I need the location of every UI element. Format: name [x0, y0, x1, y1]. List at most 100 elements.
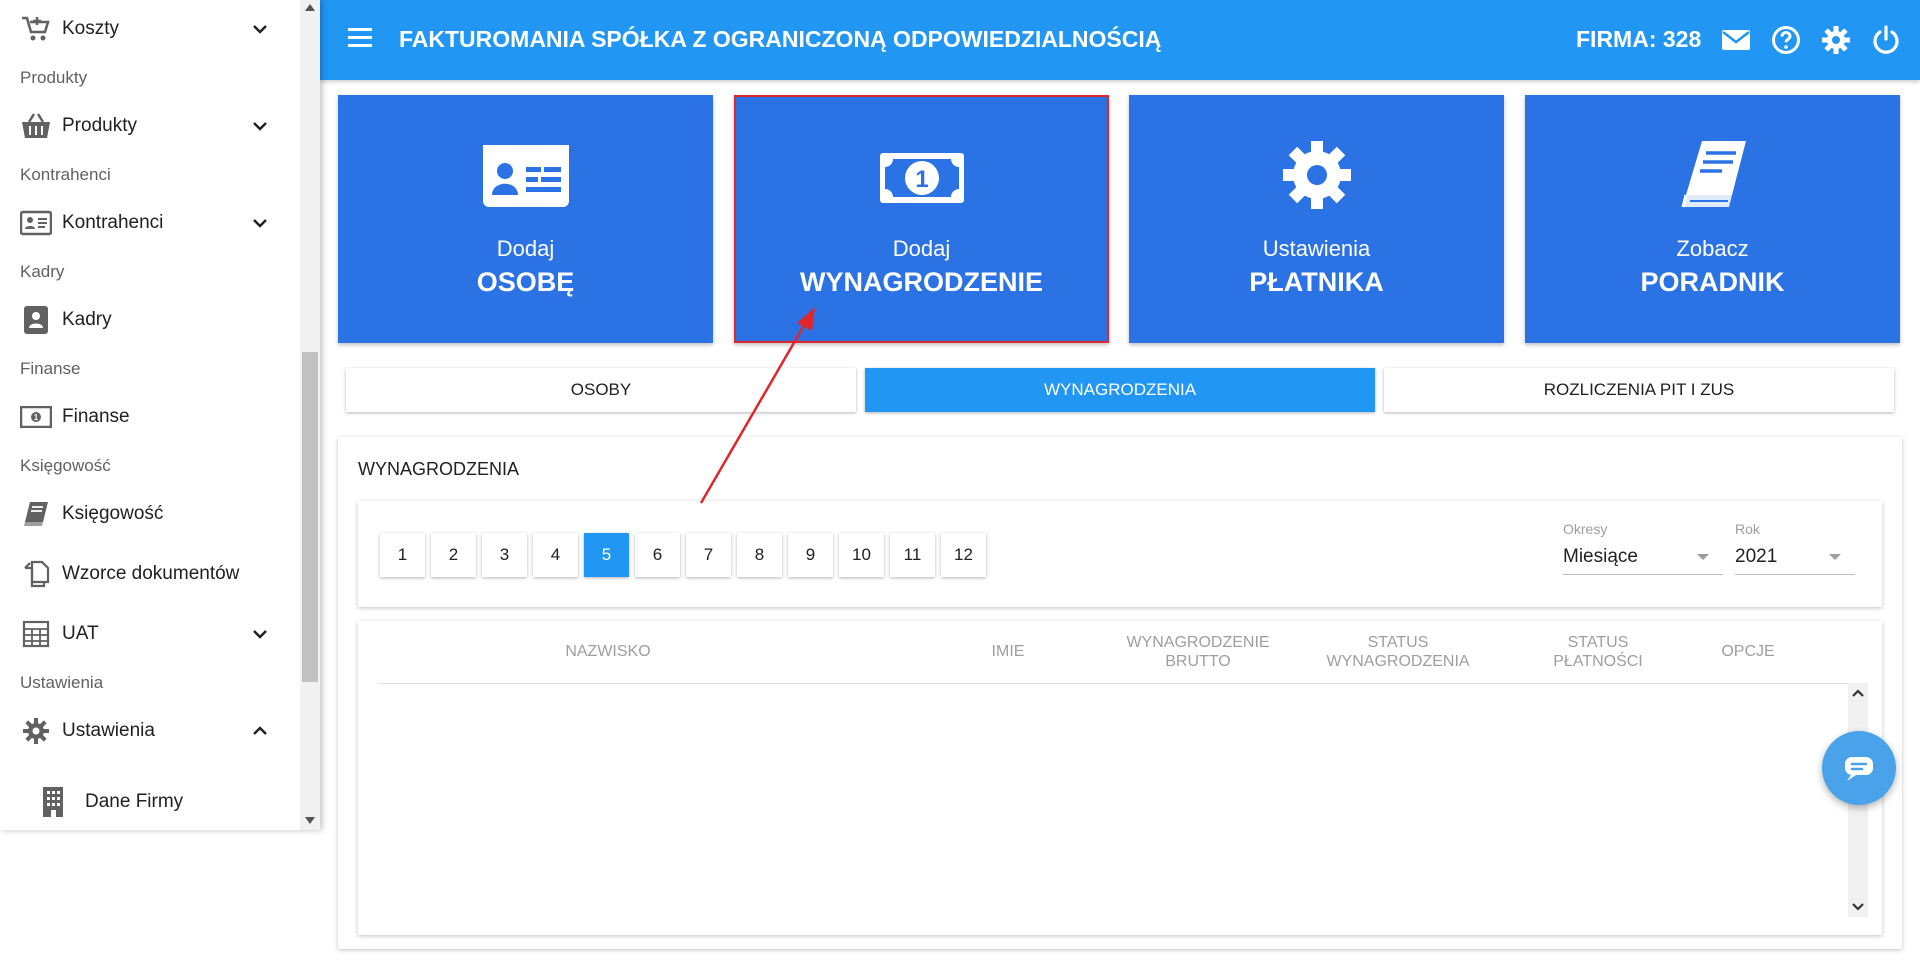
sidebar-item-label: UAT	[62, 623, 99, 644]
column-header-status-platnosci[interactable]: STATUS PŁATNOŚCI	[1498, 633, 1698, 671]
tile-action: Zobacz	[1676, 236, 1749, 261]
month-button[interactable]: 1	[380, 533, 425, 577]
tab-rozliczenia[interactable]: ROZLICZENIA PIT I ZUS	[1384, 368, 1894, 412]
period-type-value: Miesiące	[1563, 546, 1638, 567]
help-circle-icon[interactable]	[1770, 24, 1802, 56]
dropdown-caret-icon	[1697, 554, 1709, 560]
sidebar-item-wzorce[interactable]: Wzorce dokumentów	[0, 550, 300, 598]
chevron-up-icon[interactable]	[250, 721, 270, 741]
chevron-up-icon[interactable]	[1850, 685, 1866, 701]
header-line: WYNAGRODZENIA	[1326, 653, 1470, 670]
chat-bubble-icon	[1845, 757, 1873, 781]
month-button[interactable]: 4	[533, 533, 578, 577]
svg-text:1: 1	[34, 413, 39, 422]
card-title: WYNAGRODZENIA	[358, 459, 520, 479]
guide-tile[interactable]: Zobacz PORADNIK	[1525, 95, 1900, 343]
header-line: WYNAGRODZENIE	[1126, 634, 1270, 651]
sidebar-item-produkty[interactable]: Produkty	[0, 102, 300, 150]
cart-plus-icon	[20, 14, 52, 44]
section-label: Kontrahenci	[20, 165, 111, 184]
sidebar-item-dane-firmy[interactable]: Dane Firmy	[0, 778, 300, 826]
month-button[interactable]: 2	[431, 533, 476, 577]
header-line: BRUTTO	[1165, 653, 1231, 670]
scroll-thumb[interactable]	[302, 352, 318, 682]
column-header-brutto[interactable]: WYNAGRODZENIE BRUTTO	[1098, 633, 1298, 671]
chevron-down-icon[interactable]	[250, 116, 270, 136]
tab-osoby[interactable]: OSOBY	[346, 368, 856, 412]
top-bar: FAKTUROMANIA SPÓŁKA Z OGRANICZONĄ ODPOWI…	[320, 0, 1920, 80]
month-button[interactable]: 8	[737, 533, 782, 577]
scroll-up-arrow-icon[interactable]	[305, 4, 315, 11]
column-header-imie[interactable]: IMIE	[908, 642, 1108, 661]
money-bill-icon: 1	[879, 153, 964, 203]
sidebar-item-kontrahenci[interactable]: Kontrahenci	[0, 199, 300, 247]
sidebar-scrollbar[interactable]	[300, 0, 320, 830]
section-label: Produkty	[20, 68, 88, 87]
power-icon[interactable]	[1870, 24, 1902, 56]
month-button[interactable]: 6	[635, 533, 680, 577]
month-button[interactable]: 7	[686, 533, 731, 577]
month-button-selected[interactable]: 5	[584, 533, 629, 577]
salaries-table: NAZWISKO IMIE WYNAGRODZENIE BRUTTO STATU…	[358, 621, 1882, 935]
sidebar-item-label: Księgowość	[62, 503, 164, 524]
add-salary-tile[interactable]: 1 Dodaj WYNAGRODZENIE	[734, 95, 1109, 343]
column-header-opcje: OPCJE	[1721, 643, 1775, 660]
sidebar-item-koszty[interactable]: Koszty	[0, 5, 300, 53]
envelope-icon[interactable]	[1720, 24, 1752, 56]
column-header-nazwisko[interactable]: NAZWISKO	[508, 642, 708, 661]
chat-button[interactable]	[1822, 731, 1896, 805]
book-icon	[20, 499, 52, 529]
basket-icon	[20, 111, 52, 141]
gear-icon[interactable]	[1820, 24, 1852, 56]
sidebar-item-label: Ustawienia	[62, 720, 155, 741]
chevron-down-icon[interactable]	[1850, 899, 1866, 915]
calculator-grid-icon	[20, 619, 52, 649]
salaries-card: WYNAGRODZENIA 1 2 3 4 5 6 7 8 9 10 11 12…	[338, 437, 1902, 949]
sidebar-item-kadry[interactable]: Kadry	[0, 296, 300, 344]
id-card-icon	[482, 145, 569, 207]
chevron-down-icon[interactable]	[250, 213, 270, 233]
chevron-down-icon[interactable]	[250, 19, 270, 39]
sidebar-item-ksiegowosc[interactable]: Księgowość	[0, 490, 300, 538]
dropdown-caret-icon	[1829, 554, 1841, 560]
month-button[interactable]: 12	[941, 533, 986, 577]
hamburger-menu-icon[interactable]	[348, 28, 372, 50]
address-card-icon	[20, 208, 52, 238]
month-button[interactable]: 3	[482, 533, 527, 577]
sidebar-item-label: Finanse	[62, 406, 130, 427]
tile-action: Dodaj	[496, 236, 555, 261]
sidebar-item-label: Produkty	[62, 115, 137, 136]
copy-document-icon	[20, 559, 52, 589]
sidebar-item-ustawienia[interactable]: Ustawienia	[0, 707, 300, 755]
tab-wynagrodzenia[interactable]: WYNAGRODZENIA	[865, 368, 1375, 412]
year-label: Rok	[1735, 521, 1760, 537]
scroll-down-arrow-icon[interactable]	[305, 817, 315, 824]
period-type-label: Okresy	[1563, 521, 1608, 537]
month-button[interactable]: 10	[839, 533, 884, 577]
section-label: Księgowość	[20, 456, 111, 475]
gear-icon	[1282, 141, 1351, 209]
section-label: Ustawienia	[20, 673, 104, 692]
column-header-status-wynagrodzenia[interactable]: STATUS WYNAGRODZENIA	[1298, 633, 1498, 671]
sidebar-item-finanse[interactable]: 1 Finanse	[0, 393, 300, 441]
sidebar-item-label: Dane Firmy	[85, 791, 184, 812]
payer-settings-tile[interactable]: Ustawienia PŁATNIKA	[1129, 95, 1504, 343]
section-label: Kadry	[20, 262, 65, 281]
add-person-tile[interactable]: Dodaj OSOBĘ	[338, 95, 713, 343]
year-select[interactable]: 2021	[1735, 541, 1855, 575]
section-label: Finanse	[20, 359, 81, 378]
company-id: FIRMA: 328	[1576, 26, 1702, 52]
book-icon	[1681, 141, 1746, 208]
contact-book-icon	[20, 305, 52, 335]
period-type-select[interactable]: Miesiące	[1563, 541, 1723, 575]
month-button[interactable]: 9	[788, 533, 833, 577]
sidebar: Koszty Produkty Produkty Kontrahenci Kon…	[0, 0, 320, 830]
month-button[interactable]: 11	[890, 533, 935, 577]
header-divider	[378, 683, 1848, 684]
chevron-down-icon[interactable]	[250, 624, 270, 644]
tile-action: Ustawienia	[1262, 236, 1371, 261]
tile-title: PORADNIK	[1640, 267, 1785, 297]
year-value: 2021	[1735, 546, 1778, 567]
sidebar-item-uat[interactable]: UAT	[0, 610, 300, 658]
header-line: STATUS	[1367, 634, 1429, 651]
